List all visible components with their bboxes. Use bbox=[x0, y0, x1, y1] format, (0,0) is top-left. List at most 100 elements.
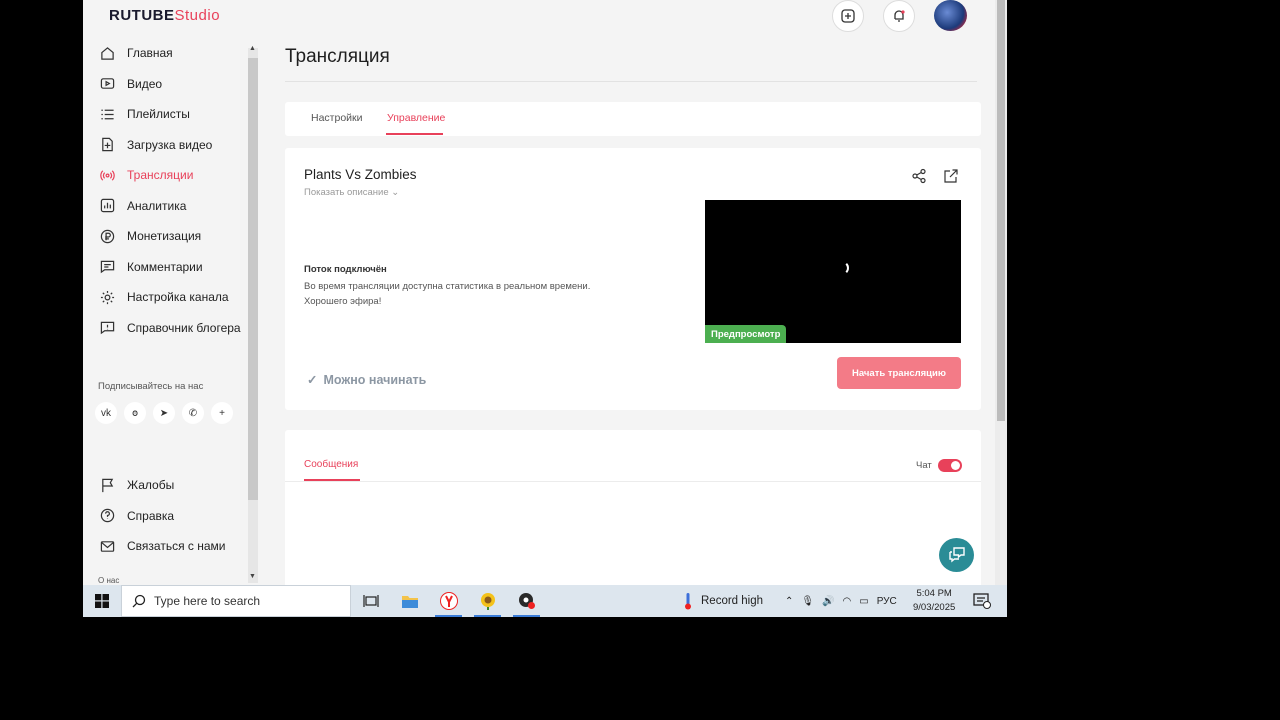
sidebar-item-help[interactable]: Справка bbox=[83, 501, 258, 532]
system-tray: ⌃ 🎙 🔊 ◠ ▭ РУС bbox=[785, 585, 897, 617]
sidebar-item-comments[interactable]: Комментарии bbox=[83, 252, 258, 283]
volume-icon[interactable]: 🔊 bbox=[822, 596, 834, 607]
rutube-studio-logo[interactable]: RUTUBEStudio bbox=[109, 7, 220, 24]
tab-settings[interactable]: Настройки bbox=[311, 112, 363, 124]
video-icon bbox=[99, 76, 115, 92]
wifi-icon[interactable]: ◠ bbox=[843, 596, 852, 607]
messages-divider bbox=[285, 481, 981, 482]
show-description-toggle[interactable]: Показать описание ⌄ bbox=[304, 187, 399, 198]
sidebar-item-complaints[interactable]: Жалобы bbox=[83, 470, 258, 501]
sidebar-nav: Главная Видео Плейлисты Загрузка видео Т… bbox=[83, 38, 258, 343]
sidebar-bottom-nav: Жалобы Справка Связаться с нами bbox=[83, 470, 258, 562]
vk-icon[interactable]: vk bbox=[95, 402, 117, 424]
sidebar-item-label: Аналитика bbox=[127, 198, 187, 213]
notification-icon bbox=[973, 593, 991, 609]
tab-management[interactable]: Управление bbox=[387, 112, 445, 124]
info-icon bbox=[99, 320, 115, 336]
obs-studio-button[interactable] bbox=[507, 585, 546, 617]
search-icon bbox=[132, 594, 146, 608]
check-icon: ✓ bbox=[307, 373, 318, 387]
external-link-icon[interactable] bbox=[943, 168, 959, 184]
windows-logo-icon bbox=[95, 594, 109, 608]
plants-vs-zombies-app-button[interactable] bbox=[468, 585, 507, 617]
sidebar-item-home[interactable]: Главная bbox=[83, 38, 258, 69]
thermometer-icon bbox=[685, 593, 691, 610]
sidebar-item-label: Настройка канала bbox=[127, 290, 229, 305]
sidebar-item-label: Жалобы bbox=[127, 478, 175, 493]
tab-messages[interactable]: Сообщения bbox=[304, 459, 358, 470]
subscribe-label: Подписывайтесь на нас bbox=[98, 381, 204, 392]
chat-toggle-label: Чат bbox=[916, 460, 932, 471]
windows-taskbar: Type here to search Record high ⌃ 🎙 🔊 ◠ … bbox=[83, 585, 1007, 617]
weather-widget[interactable]: Record high bbox=[683, 585, 763, 617]
logo-sub-text: Studio bbox=[174, 7, 221, 24]
support-chat-button[interactable] bbox=[939, 538, 974, 572]
stream-card: Plants Vs Zombies Показать описание ⌄ По… bbox=[285, 148, 981, 410]
sidebar-item-label: Справочник блогера bbox=[127, 320, 241, 335]
stream-status-title: Поток подключён bbox=[304, 264, 387, 275]
logo-main-text: RUTUBE bbox=[109, 7, 175, 24]
analytics-icon bbox=[99, 198, 115, 214]
more-icon[interactable]: + bbox=[211, 402, 233, 424]
sidebar-item-channel-settings[interactable]: Настройка канала bbox=[83, 282, 258, 313]
stream-title: Plants Vs Zombies bbox=[304, 167, 417, 182]
viber-icon[interactable]: ✆ bbox=[182, 402, 204, 424]
display-icon[interactable]: ▭ bbox=[859, 596, 868, 607]
notifications-button[interactable] bbox=[883, 0, 915, 32]
stream-status-text: Во время трансляции доступна статистика … bbox=[304, 281, 591, 307]
preview-badge: Предпросмотр bbox=[705, 325, 787, 343]
telegram-icon[interactable]: ➤ bbox=[153, 402, 175, 424]
sidebar-item-label: Комментарии bbox=[127, 259, 203, 274]
folder-icon bbox=[401, 595, 418, 608]
page-scrollbar-thumb[interactable] bbox=[997, 0, 1005, 421]
add-square-icon bbox=[841, 9, 855, 23]
sidebar-item-label: Плейлисты bbox=[127, 107, 190, 122]
sidebar-item-blogger-guide[interactable]: Справочник блогера bbox=[83, 313, 258, 344]
clock-time: 5:04 PM bbox=[916, 588, 952, 599]
upload-icon bbox=[99, 137, 115, 153]
share-icon[interactable] bbox=[911, 168, 927, 184]
sidebar-item-label: Загрузка видео bbox=[127, 137, 213, 152]
stream-preview[interactable]: Предпросмотр bbox=[705, 200, 961, 343]
notification-center-button[interactable] bbox=[973, 593, 991, 614]
sidebar-item-label: Связаться с нами bbox=[127, 539, 226, 554]
task-view-button[interactable] bbox=[351, 585, 390, 617]
language-indicator[interactable]: РУС bbox=[877, 596, 897, 607]
about-link[interactable]: О нас bbox=[98, 576, 119, 585]
taskbar-search[interactable]: Type here to search bbox=[121, 585, 351, 617]
chevron-up-icon[interactable]: ⌃ bbox=[785, 596, 793, 607]
chat-toggle[interactable] bbox=[938, 459, 962, 472]
sidebar-item-analytics[interactable]: Аналитика bbox=[83, 191, 258, 222]
sunflower-icon bbox=[480, 593, 495, 610]
sidebar-item-label: Главная bbox=[127, 46, 173, 61]
scroll-down-icon[interactable]: ▼ bbox=[249, 573, 256, 580]
taskbar-clock[interactable]: 5:04 PM 9/03/2025 bbox=[913, 587, 955, 615]
avatar[interactable] bbox=[934, 0, 967, 31]
ready-status: ✓ Можно начинать bbox=[307, 372, 426, 388]
sidebar-item-video[interactable]: Видео bbox=[83, 69, 258, 100]
sidebar-item-playlists[interactable]: Плейлисты bbox=[83, 99, 258, 130]
windows-start-button[interactable] bbox=[83, 585, 121, 617]
show-description-label: Показать описание bbox=[304, 187, 389, 198]
yandex-browser-button[interactable] bbox=[429, 585, 468, 617]
sidebar-item-upload[interactable]: Загрузка видео bbox=[83, 130, 258, 161]
file-explorer-button[interactable] bbox=[390, 585, 429, 617]
ruble-icon bbox=[99, 228, 115, 244]
sidebar-item-contact[interactable]: Связаться с нами bbox=[83, 531, 258, 562]
sidebar-item-monetization[interactable]: Монетизация bbox=[83, 221, 258, 252]
microphone-icon[interactable]: 🎙 bbox=[801, 596, 814, 607]
sidebar-item-label: Трансляции bbox=[127, 168, 194, 183]
clock-date: 9/03/2025 bbox=[913, 602, 956, 613]
start-broadcast-button[interactable]: Начать трансляцию bbox=[837, 357, 961, 389]
scroll-up-icon[interactable]: ▲ bbox=[249, 45, 256, 52]
sidebar-scrollbar-thumb[interactable] bbox=[248, 58, 258, 500]
sidebar: RUTUBEStudio Главная Видео Плейлисты Заг… bbox=[83, 0, 258, 585]
playlist-icon bbox=[99, 106, 115, 122]
ok-icon[interactable]: ꙩ bbox=[124, 402, 146, 424]
home-icon bbox=[99, 45, 115, 61]
sidebar-item-broadcasts[interactable]: Трансляции bbox=[83, 160, 258, 191]
create-button[interactable] bbox=[832, 0, 864, 32]
obs-record-icon bbox=[518, 593, 535, 609]
gear-icon bbox=[99, 289, 115, 305]
sidebar-item-label: Справка bbox=[127, 508, 175, 523]
